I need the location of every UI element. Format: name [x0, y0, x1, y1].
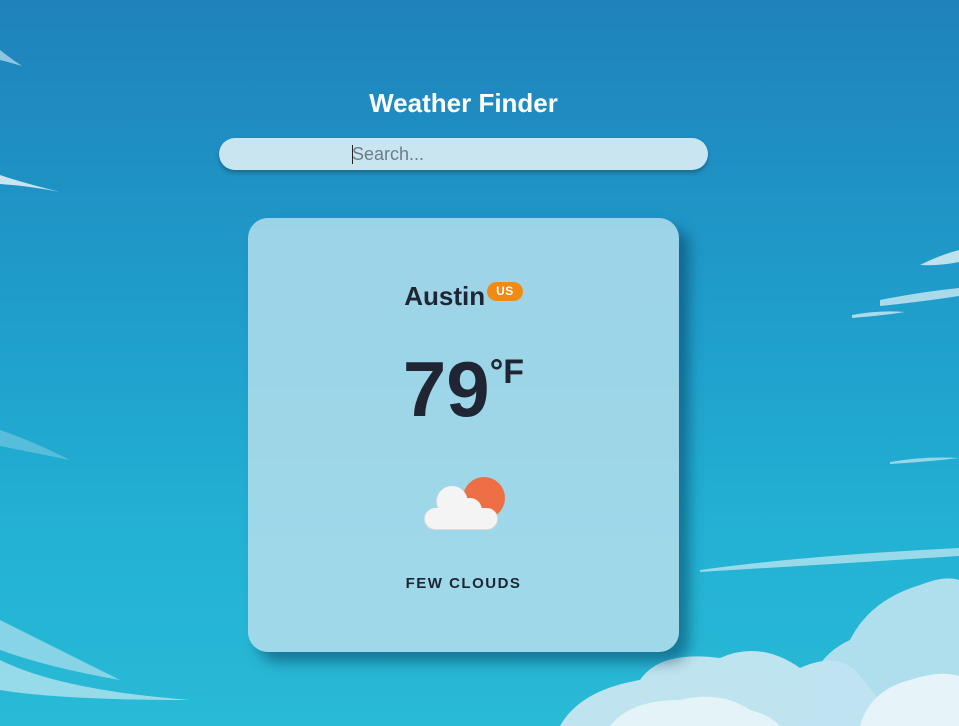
- location-row: Austin US: [248, 280, 679, 312]
- search-input[interactable]: [219, 138, 708, 170]
- app-title: Weather Finder: [369, 88, 558, 118]
- temperature-value: 79: [402, 345, 490, 433]
- country-badge: US: [487, 282, 523, 301]
- weather-card: Austin US 79°F FEW CLOUDS: [248, 218, 679, 652]
- weather-description: FEW CLOUDS: [405, 575, 522, 592]
- city-name: Austin: [404, 281, 486, 311]
- temperature-unit: °F: [489, 353, 525, 391]
- weather-app: Weather Finder AustinUS 79°F FEW CLOUDS: [0, 0, 959, 726]
- few-clouds-day-icon: [424, 477, 505, 530]
- temperature-row: 79°F: [248, 348, 679, 430]
- text-cursor: [352, 145, 353, 164]
